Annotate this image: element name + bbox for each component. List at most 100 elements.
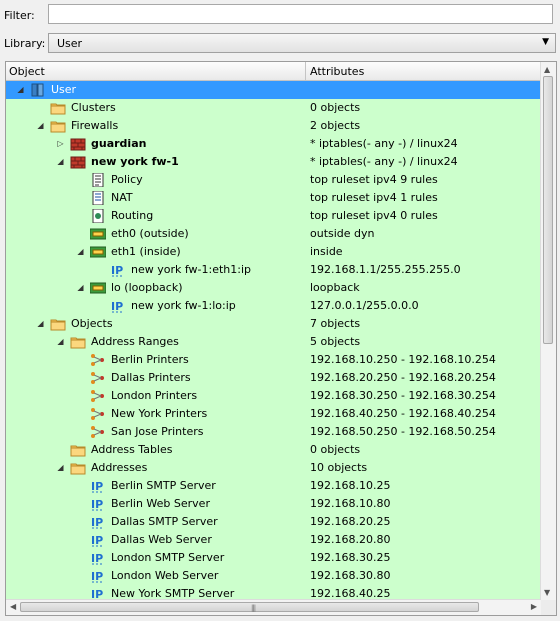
address-range-icon xyxy=(90,389,106,403)
tree-row[interactable]: NAT top ruleset ipv4 1 rules xyxy=(6,189,541,207)
column-header-object[interactable]: Object xyxy=(9,65,45,78)
scroll-right-icon[interactable]: ▶ xyxy=(531,602,537,611)
svg-text:IP: IP xyxy=(111,264,123,277)
tree-item-label: London Printers xyxy=(111,389,198,402)
tree-item-label: Firewalls xyxy=(71,119,119,132)
tree-item-attributes: 192.168.20.25 xyxy=(310,515,391,528)
horizontal-scrollbar[interactable]: ◀ ||| ▶ xyxy=(6,599,541,615)
collapse-arrow-icon[interactable]: ◢ xyxy=(55,153,66,171)
folder-icon xyxy=(70,443,86,457)
tree-item-attributes: * iptables(- any -) / linux24 xyxy=(310,155,458,168)
tree-item-attributes: outside dyn xyxy=(310,227,375,240)
expand-arrow-icon[interactable]: ▷ xyxy=(55,135,66,153)
tree-item-label: Address Ranges xyxy=(91,335,179,348)
ip-address-icon: IP xyxy=(110,263,126,277)
tree-row[interactable]: IP Dallas Web Server 192.168.20.80 xyxy=(6,531,541,549)
tree-item-attributes: 0 objects xyxy=(310,443,361,456)
tree-row[interactable]: Routing top ruleset ipv4 0 rules xyxy=(6,207,541,225)
tree-item-label: Dallas Printers xyxy=(111,371,191,384)
tree-row[interactable]: Clusters 0 objects xyxy=(6,99,541,117)
tree-row[interactable]: ◢ lo (loopback) loopback xyxy=(6,279,541,297)
svg-text:IP: IP xyxy=(91,552,103,565)
tree-row[interactable]: ◢ Firewalls 2 objects xyxy=(6,117,541,135)
folder-icon xyxy=(50,101,66,115)
tree-row[interactable]: San Jose Printers 192.168.50.250 - 192.16… xyxy=(6,423,541,441)
tree-item-label: eth0 (outside) xyxy=(111,227,189,240)
tree-item-label: Berlin SMTP Server xyxy=(111,479,216,492)
tree-row[interactable]: IP Berlin SMTP Server 192.168.10.25 xyxy=(6,477,541,495)
collapse-arrow-icon[interactable]: ◢ xyxy=(15,81,26,99)
tree-row[interactable]: Berlin Printers 192.168.10.250 - 192.168.… xyxy=(6,351,541,369)
chevron-down-icon: ▼ xyxy=(542,37,549,47)
tree-row[interactable]: IP new york fw-1:lo:ip 127.0.0.1/255.0.0.0 xyxy=(6,297,541,315)
folder-icon xyxy=(50,317,66,331)
tree-item-attributes: 2 objects xyxy=(310,119,361,132)
ip-address-icon: IP xyxy=(90,497,106,511)
collapse-arrow-icon[interactable]: ◢ xyxy=(55,333,66,351)
library-label: Library: xyxy=(4,37,46,50)
tree-item-label: NAT xyxy=(111,191,133,204)
tree-row[interactable]: ◢ Objects 7 objects xyxy=(6,315,541,333)
tree-item-label: new york fw-1:eth1:ip xyxy=(131,263,252,276)
scroll-up-icon[interactable]: ▲ xyxy=(544,65,550,74)
tree-row[interactable]: ◢ eth1 (inside) inside xyxy=(6,243,541,261)
tree-item-attributes: 192.168.30.80 xyxy=(310,569,391,582)
ip-address-icon: IP xyxy=(90,479,106,493)
collapse-arrow-icon[interactable]: ◢ xyxy=(75,279,86,297)
tree-item-label: guardian xyxy=(91,137,147,150)
tree-row[interactable]: New York Printers 192.168.40.250 - 192.16… xyxy=(6,405,541,423)
tree-row[interactable]: ◢ new york fw-1 * iptables(- any -) / lin… xyxy=(6,153,541,171)
tree-row[interactable]: IP new york fw-1:eth1:ip 192.168.1.1/255.2… xyxy=(6,261,541,279)
vertical-scroll-thumb[interactable] xyxy=(543,76,553,344)
scroll-left-icon[interactable]: ◀ xyxy=(10,602,16,611)
tree-row[interactable]: ◢ Address Ranges 5 objects xyxy=(6,333,541,351)
ip-address-icon: IP xyxy=(90,551,106,565)
tree-item-attributes: top ruleset ipv4 0 rules xyxy=(310,209,438,222)
tree-item-label: lo (loopback) xyxy=(111,281,183,294)
tree-row[interactable]: Policy top ruleset ipv4 9 rules xyxy=(6,171,541,189)
tree-row[interactable]: IP London Web Server 192.168.30.80 xyxy=(6,567,541,585)
collapse-arrow-icon[interactable]: ◢ xyxy=(75,243,86,261)
tree-item-label: Clusters xyxy=(71,101,116,114)
collapse-arrow-icon[interactable]: ◢ xyxy=(55,459,66,477)
tree-row[interactable]: IP Berlin Web Server 192.168.10.80 xyxy=(6,495,541,513)
tree-row[interactable]: eth0 (outside) outside dyn xyxy=(6,225,541,243)
collapse-arrow-icon[interactable]: ◢ xyxy=(35,315,46,333)
tree-rows: ◢ User Clusters 0 objects ◢ Firewalls 2 object… xyxy=(6,81,541,603)
tree-row[interactable]: ◢ Addresses 10 objects xyxy=(6,459,541,477)
tree-row[interactable]: Dallas Printers 192.168.20.250 - 192.168.… xyxy=(6,369,541,387)
tree-row[interactable]: London Printers 192.168.30.250 - 192.168.… xyxy=(6,387,541,405)
tree-item-attributes: 5 objects xyxy=(310,335,361,348)
filter-input[interactable] xyxy=(48,4,553,24)
tree-row[interactable]: IP Dallas SMTP Server 192.168.20.25 xyxy=(6,513,541,531)
tree-item-attributes: loopback xyxy=(310,281,360,294)
tree-item-attributes: top ruleset ipv4 9 rules xyxy=(310,173,438,186)
tree-item-label: new york fw-1:lo:ip xyxy=(131,299,236,312)
svg-text:IP: IP xyxy=(91,570,103,583)
tree-item-attributes: 192.168.10.250 - 192.168.10.254 xyxy=(310,353,496,366)
firewall-icon xyxy=(70,155,86,169)
tree-item-attributes: 192.168.40.250 - 192.168.40.254 xyxy=(310,407,496,420)
library-select[interactable]: User ▼ xyxy=(48,33,556,53)
tree-item-label: Berlin Printers xyxy=(111,353,189,366)
interface-icon xyxy=(90,245,106,259)
tree-row[interactable]: IP London SMTP Server 192.168.30.25 xyxy=(6,549,541,567)
tree-item-label: new york fw-1 xyxy=(91,155,179,168)
horizontal-scroll-thumb[interactable]: ||| xyxy=(20,602,479,612)
vertical-scrollbar[interactable]: ▲ ▼ xyxy=(540,62,556,600)
collapse-arrow-icon[interactable]: ◢ xyxy=(35,117,46,135)
tree-item-label: Objects xyxy=(71,317,113,330)
address-range-icon xyxy=(90,425,106,439)
tree-row[interactable]: ▷ guardian * iptables(- any -) / linux24 xyxy=(6,135,541,153)
tree-item-attributes: * iptables(- any -) / linux24 xyxy=(310,137,458,150)
tree-row[interactable]: Address Tables 0 objects xyxy=(6,441,541,459)
scroll-down-icon[interactable]: ▼ xyxy=(544,588,550,597)
tree-item-label: London SMTP Server xyxy=(111,551,225,564)
tree-row[interactable]: ◢ User xyxy=(6,81,541,99)
column-header-attributes[interactable]: Attributes xyxy=(310,65,364,78)
object-tree[interactable]: Object Attributes ◢ User Clusters 0 objects… xyxy=(5,61,557,616)
svg-text:IP: IP xyxy=(91,534,103,547)
